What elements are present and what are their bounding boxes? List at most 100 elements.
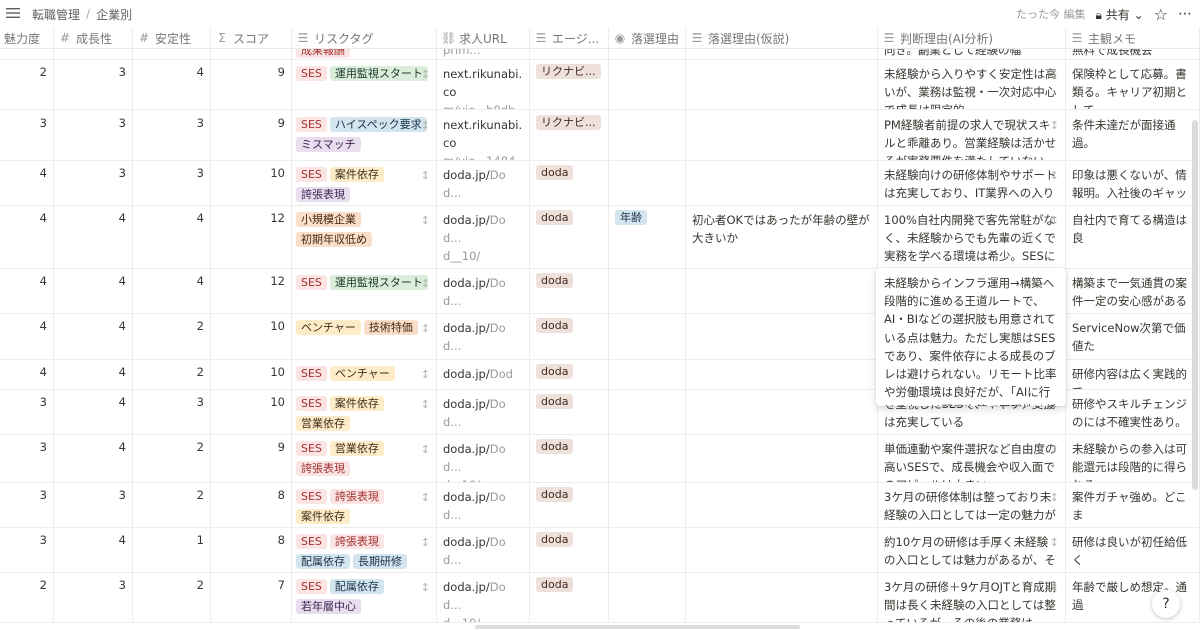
risk-tag[interactable]: 運用監視スタート [329, 275, 428, 290]
memo-text[interactable]: 構築まで一気通貫の案件一定の安心感がある一方 [1072, 276, 1187, 313]
risk-tag[interactable]: SES [296, 579, 327, 594]
score-value[interactable]: 12 [270, 211, 285, 225]
table-row[interactable]: 3 3 3 9 SESハイスペック要求ミスマッチ ↕ next.rikunabi.com/v… [0, 110, 1200, 161]
horizontal-scrollbar[interactable] [475, 625, 800, 629]
expand-handle-icon[interactable]: ↕ [1050, 489, 1059, 507]
sort-handle-icon[interactable]: ↕ [421, 579, 430, 597]
job-url[interactable]: doda.jp/ [443, 276, 490, 290]
risk-tag[interactable]: 案件依存 [329, 167, 384, 182]
stability-value[interactable]: 3 [197, 166, 204, 180]
expand-handle-icon[interactable]: ↕ [1050, 579, 1059, 597]
column-header-c10[interactable]: ☰ 判断理由(AI分析) [878, 28, 1066, 48]
attraction-value[interactable]: 3 [40, 533, 47, 547]
sort-handle-icon[interactable]: ↕ [421, 320, 430, 338]
expand-handle-icon[interactable]: ↕ [1050, 167, 1059, 185]
memo-text[interactable]: 自社内で育てる構造は良 [1072, 213, 1187, 245]
growth-value[interactable]: 4 [119, 211, 126, 225]
growth-value[interactable]: 4 [119, 440, 126, 454]
growth-value[interactable]: 4 [119, 274, 126, 288]
share-button[interactable]: 🔒︎ 共有 ⌄ [1096, 6, 1144, 23]
growth-value[interactable]: 3 [119, 116, 126, 130]
stability-value[interactable]: 1 [197, 533, 204, 547]
memo-text[interactable]: ServiceNow次第で価値た [1072, 321, 1186, 353]
score-value[interactable]: 8 [278, 488, 285, 502]
risk-tag[interactable]: 誇張表現 [296, 461, 350, 476]
table-row[interactable]: 3 4 1 8 SES誇張表現配属依存長期研修 ↕ doda.jp/Dod...meLink… [0, 527, 1200, 573]
column-header-c1[interactable]: 魅力度 [0, 28, 54, 48]
column-header-c4[interactable]: Σ スコア [211, 28, 292, 48]
expand-handle-icon[interactable]: ↕ [1050, 212, 1059, 230]
vertical-scrollbar[interactable] [1192, 120, 1198, 490]
growth-value[interactable]: 3 [119, 488, 126, 502]
risk-tag[interactable]: 営業依存 [296, 416, 350, 431]
job-url[interactable]: prim... [443, 49, 480, 57]
agent-tag[interactable]: doda [536, 487, 574, 502]
risk-tag[interactable]: SES [296, 117, 327, 132]
agent-tag[interactable]: doda [536, 318, 574, 333]
risk-tag[interactable]: 運用監視スタート [329, 66, 428, 81]
attraction-value[interactable]: 2 [40, 578, 47, 592]
job-url[interactable]: doda.jp/ [443, 213, 490, 227]
memo-text[interactable]: 未経験からの参入は可能還元は段階的に得られる [1072, 442, 1187, 482]
column-header-c8[interactable]: ◉ 落選理由 [609, 28, 686, 48]
column-header-c5[interactable]: ☰ リスクタグ [292, 28, 437, 48]
expand-handle-icon[interactable]: ↕ [1050, 441, 1059, 459]
sort-handle-icon[interactable]: ↕ [421, 66, 430, 84]
sort-handle-icon[interactable]: ↕ [421, 275, 430, 293]
risk-tag[interactable]: 案件依存 [329, 396, 384, 411]
rejection-hypothesis-text[interactable]: 初心者OKではあったが年齢の壁が大きいか [692, 213, 870, 245]
risk-tag[interactable]: 技術特価 [363, 320, 418, 335]
sort-handle-icon[interactable]: ↕ [421, 167, 430, 185]
risk-tag[interactable]: SES [296, 366, 327, 381]
expand-handle-icon[interactable]: ↕ [1050, 534, 1059, 552]
score-value[interactable]: 10 [270, 166, 285, 180]
score-value[interactable]: 7 [278, 578, 285, 592]
stability-value[interactable]: 2 [197, 319, 204, 333]
ai-reason-text[interactable]: 約10ケ月の研修は手厚く未経験の入口としては魅力があるが、その後は配属次第 [884, 535, 1056, 572]
ai-reason-text[interactable]: 100%自社内開発で客先常駐がなく、未経験からでも先輩の近くで実務を学べる環境は… [884, 213, 1056, 268]
ai-reason-text[interactable]: 単価連動や案件選択など自由度の高いSESで、成長機会や収入面でのアピールは大きい [884, 442, 1057, 482]
table-row[interactable]: 4 4 4 12 小規模企業初期年収低め ↕ doda.jp/Dod... d__10/dod… [0, 205, 1200, 269]
growth-value[interactable]: 3 [119, 166, 126, 180]
memo-text[interactable]: 案件ガチャ強め。どこま [1072, 490, 1187, 522]
job-url[interactable]: doda.jp/ [443, 367, 490, 381]
risk-tag[interactable]: 若年層中心 [296, 599, 361, 614]
job-url-rest[interactable]: d__10/ [443, 616, 480, 622]
agent-tag[interactable]: リクナビ... [536, 115, 601, 130]
sort-handle-icon[interactable]: ↕ [421, 212, 430, 230]
risk-tag[interactable]: 誇張表現 [329, 489, 384, 504]
attraction-value[interactable]: 4 [40, 365, 47, 379]
job-url-rest[interactable]: m/vie...b0dbe/ [443, 103, 515, 109]
job-url[interactable]: doda.jp/ [443, 321, 490, 335]
memo-text[interactable]: 条件未達だが面接通過。 [1072, 118, 1176, 150]
ai-reason-text[interactable]: 未経験向けの研修体制やサポートは充実しており、IT業界への入り口としては魅力があ… [884, 168, 1057, 205]
memo-text[interactable]: 研修は良いが初任給低く [1072, 535, 1187, 567]
attraction-value[interactable]: 4 [40, 211, 47, 225]
stability-value[interactable]: 3 [197, 395, 204, 409]
job-url-rest[interactable]: Dod [490, 367, 513, 381]
sort-handle-icon[interactable]: ↕ [421, 396, 430, 414]
stability-value[interactable]: 4 [197, 211, 204, 225]
memo-text[interactable]: 保険枠として応募。書類る。キャリア初期として [1072, 67, 1187, 109]
job-url[interactable]: next.rikunabi.co [443, 67, 522, 99]
sort-handle-icon[interactable]: ↕ [421, 366, 430, 384]
score-value[interactable]: 8 [278, 533, 285, 547]
more-icon[interactable]: ⋯ [1178, 6, 1192, 22]
attraction-value[interactable]: 4 [40, 319, 47, 333]
stability-value[interactable]: 2 [197, 488, 204, 502]
agent-tag[interactable]: doda [536, 532, 574, 547]
job-url[interactable]: doda.jp/ [443, 535, 490, 549]
job-url-rest[interactable]: d__10/ [443, 249, 480, 263]
risk-tag[interactable]: 案件依存 [296, 509, 350, 524]
job-url[interactable]: doda.jp/ [443, 442, 490, 456]
expand-handle-icon[interactable]: ↕ [1050, 66, 1059, 84]
attraction-value[interactable]: 3 [40, 488, 47, 502]
score-value[interactable]: 10 [270, 319, 285, 333]
agent-tag[interactable]: doda [536, 210, 574, 225]
column-header-c2[interactable]: # 成長性 [54, 28, 133, 48]
ai-reason-text[interactable]: 3ケ月の研修＋9ケ月OJTと育成期間は長く未経験の入口としては整っているが、その… [884, 580, 1056, 622]
risk-tag[interactable]: SES [296, 167, 327, 182]
table-row[interactable]: 2 3 2 7 SES配属依存若年層中心 ↕ doda.jp/Dod...d__10/dod… [0, 572, 1200, 623]
risk-tag[interactable]: 配属依存 [329, 579, 384, 594]
risk-tag[interactable]: 誇張表現 [296, 187, 350, 202]
